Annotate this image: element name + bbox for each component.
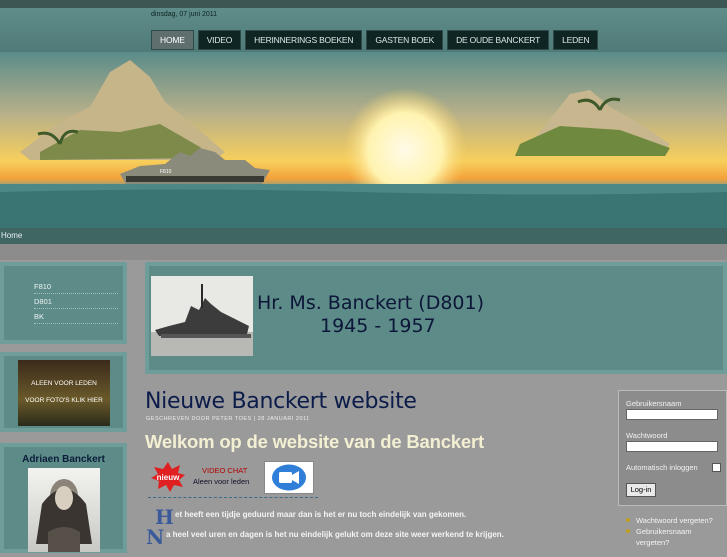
ship-photo: [151, 276, 253, 356]
remember-label: Automatisch inloggen: [626, 463, 698, 472]
side-menu-d801[interactable]: D801: [34, 297, 118, 309]
breadcrumb: Home: [0, 228, 727, 244]
article-title[interactable]: Nieuwe Banckert website: [145, 389, 417, 414]
username-input[interactable]: [626, 409, 718, 420]
side-menu: F810 D801 BK: [0, 262, 127, 344]
dropcap-n: N: [146, 525, 165, 549]
side-menu-bk[interactable]: BK: [34, 312, 118, 324]
hero-title: Hr. Ms. Banckert (D801): [257, 292, 485, 314]
svg-text:F810: F810: [160, 169, 172, 175]
top-bar: [0, 0, 727, 8]
breadcrumb-home[interactable]: Home: [1, 231, 22, 240]
paragraph-1: et heeft een tijdje geduurd maar dan is …: [175, 510, 467, 519]
video-caption-photos: VOOR FOTO'S KLIK HIER: [25, 397, 103, 404]
nav-de-oude-banckert[interactable]: DE OUDE BANCKERT: [447, 30, 550, 50]
password-input[interactable]: [626, 441, 718, 452]
nav-video[interactable]: VIDEO: [197, 30, 242, 50]
section-divider: [148, 497, 318, 498]
article-meta: GESCHREVEN DOOR PETER TOES | 28 JANUARI …: [146, 416, 310, 422]
new-badge-text: nieuw: [157, 473, 180, 482]
gray-divider: [0, 244, 727, 260]
new-badge-icon: nieuw: [150, 461, 186, 493]
portrait-heading: Adriaen Banckert: [22, 454, 105, 465]
members-video-box: ALEEN VOOR LEDEN VOOR FOTO'S KLIK HIER: [0, 352, 127, 432]
portrait-box: Adriaen Banckert: [0, 443, 127, 553]
members-only-label: Aleen voor leden: [193, 477, 250, 486]
date-label: dinsdag, 07 juni 2011: [151, 11, 218, 18]
video-camera-icon[interactable]: [264, 461, 314, 494]
welcome-heading: Welkom op de website van de Banckert: [145, 431, 484, 452]
paragraph-2: a heel veel uren en dagen is het nu eind…: [166, 530, 504, 539]
side-menu-f810[interactable]: F810: [34, 282, 118, 294]
main-nav: HOME VIDEO HERINNERINGS BOEKEN GASTEN BO…: [151, 30, 599, 50]
nav-herinnerings-boeken[interactable]: HERINNERINGS BOEKEN: [245, 30, 363, 50]
hero-years: 1945 - 1957: [320, 315, 436, 337]
login-button[interactable]: Log-in: [626, 483, 656, 497]
login-help-links: Wachtwoord vergeten? Gebruikersnaam verg…: [626, 515, 713, 548]
forgot-password-link[interactable]: Wachtwoord vergeten?: [626, 515, 713, 526]
hero-title-box: Hr. Ms. Banckert (D801) 1945 - 1957: [145, 262, 727, 374]
nav-gasten-boek[interactable]: GASTEN BOEK: [366, 30, 444, 50]
nav-leden[interactable]: LEDEN: [553, 30, 599, 50]
remember-checkbox[interactable]: [712, 463, 721, 472]
adriaen-banckert-portrait: [28, 468, 100, 552]
forgot-username-link[interactable]: Gebruikersnaam: [626, 526, 713, 537]
header-banner-image: F810: [0, 52, 727, 228]
video-caption-members: ALEEN VOOR LEDEN: [31, 380, 97, 387]
forgot-username-link-continued[interactable]: vergeten?: [636, 537, 713, 548]
username-label: Gebruikersnaam: [626, 399, 682, 408]
video-chat-link[interactable]: VIDEO CHAT: [202, 466, 247, 475]
header: dinsdag, 07 juni 2011 HOME VIDEO HERINNE…: [0, 8, 727, 52]
members-video-thumbnail[interactable]: ALEEN VOOR LEDEN VOOR FOTO'S KLIK HIER: [18, 360, 110, 426]
nav-home[interactable]: HOME: [151, 30, 194, 50]
login-form: Gebruikersnaam Wachtwoord Automatisch in…: [618, 390, 727, 506]
password-label: Wachtwoord: [626, 431, 668, 440]
